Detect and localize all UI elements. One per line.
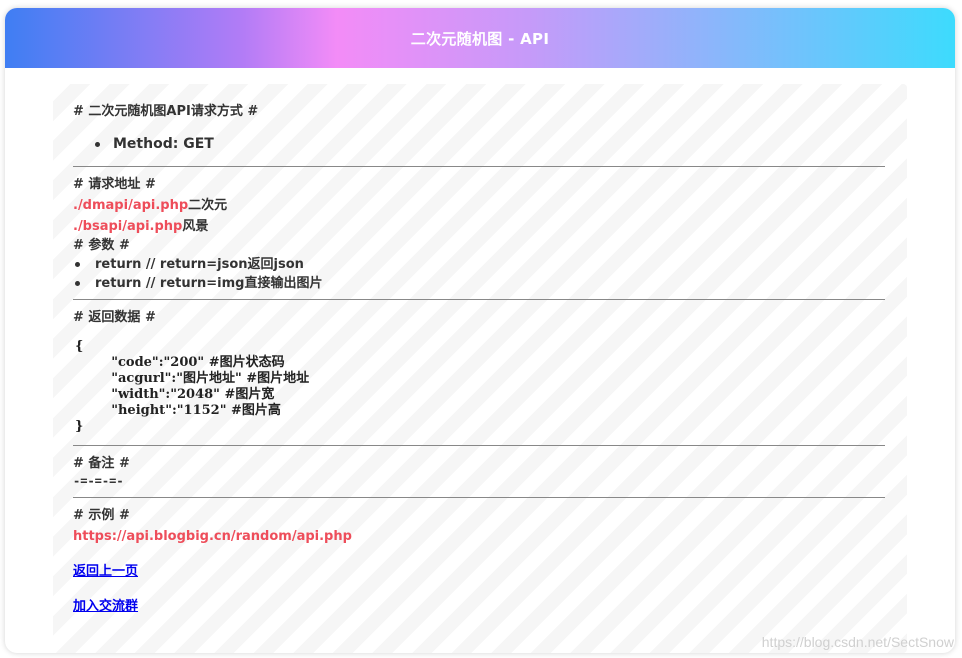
- method-item-text: Method: GET: [113, 136, 214, 152]
- bsapi-desc: 风景: [182, 219, 209, 234]
- param-item-json-text: return // return=json返回json: [95, 257, 304, 272]
- params-section-title: # 参数 #: [73, 238, 130, 253]
- bsapi-link[interactable]: ./bsapi/api.php: [73, 219, 182, 234]
- bullet-dot-icon: [75, 262, 80, 267]
- back-link[interactable]: 返回上一页: [73, 563, 138, 581]
- dmapi-desc: 二次元: [188, 198, 228, 213]
- param-item-json: return // return=json返回json: [73, 255, 887, 274]
- example-row: https://api.blogbig.cn/random/api.php: [73, 525, 887, 546]
- join-group-link[interactable]: 加入交流群: [73, 598, 138, 616]
- header-bar: 二次元随机图 - API: [5, 8, 955, 68]
- content-panel: # 二次元随机图API请求方式 # Method: GET # 请求地址 # .…: [53, 84, 907, 653]
- example-section-title: # 示例 #: [73, 508, 130, 523]
- response-section-title: # 返回数据 #: [73, 310, 156, 325]
- address-row-1: ./dmapi/api.php二次元: [73, 194, 887, 215]
- example-link[interactable]: https://api.blogbig.cn/random/api.php: [73, 529, 352, 544]
- param-item-img-text: return // return=img直接输出图片: [95, 276, 323, 291]
- method-section-title: # 二次元随机图API请求方式 #: [73, 104, 259, 119]
- response-code-block: { "code":"200" #图片状态码 "acgurl":"图片地址" #图…: [75, 339, 310, 434]
- bullet-dot-icon: [75, 281, 80, 286]
- notes-section-title: # 备注 #: [73, 456, 130, 471]
- address-row-2: ./bsapi/api.php风景: [73, 215, 887, 236]
- bullet-dot-icon: [95, 141, 100, 147]
- method-item: Method: GET: [95, 135, 887, 153]
- page-title: 二次元随机图 - API: [410, 29, 550, 48]
- api-card: 二次元随机图 - API # 二次元随机图API请求方式 # Method: G…: [5, 8, 955, 653]
- notes-text: -=-=-=-: [73, 474, 124, 488]
- address-section-title: # 请求地址 #: [73, 177, 156, 192]
- param-item-img: return // return=img直接输出图片: [73, 274, 887, 293]
- watermark: https://blog.csdn.net/SectSnow: [761, 634, 954, 650]
- dmapi-link[interactable]: ./dmapi/api.php: [73, 198, 188, 213]
